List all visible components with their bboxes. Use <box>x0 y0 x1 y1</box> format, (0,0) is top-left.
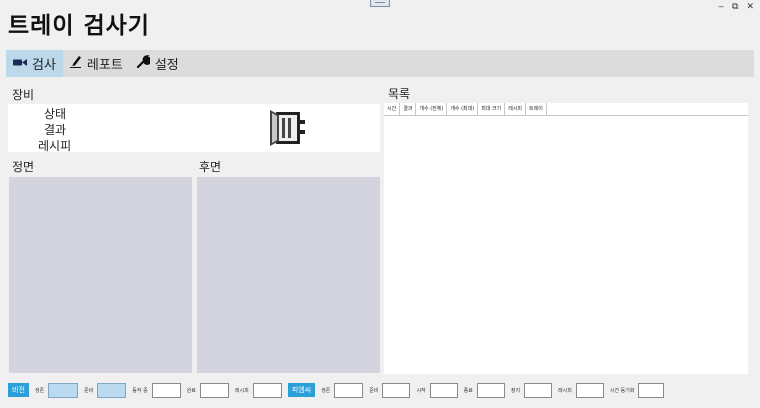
pms-start-label: 시작 <box>416 387 426 394</box>
cabinet-icon <box>266 108 310 152</box>
recipe-text: 레시피 <box>38 139 72 153</box>
close-button[interactable]: ✕ <box>746 2 754 12</box>
column-header[interactable]: 결과 <box>400 103 417 115</box>
column-header[interactable]: 시간 <box>384 103 401 115</box>
back-heading: 후면 <box>199 160 222 174</box>
pms-ready-indicator <box>382 382 411 398</box>
result-text: 결과 <box>44 123 67 137</box>
camera-icon <box>13 56 27 71</box>
window-controls: ‒ ⧉ ✕ <box>718 2 754 12</box>
vision-recipe-field <box>252 382 282 398</box>
front-heading: 정면 <box>12 160 35 174</box>
status-text: 상태 <box>44 107 67 121</box>
restore-button[interactable]: ⧉ <box>732 2 738 12</box>
pencil-icon <box>69 55 82 72</box>
vision-done-label: 완료 <box>186 387 196 394</box>
column-header[interactable]: 트레이 <box>526 103 547 115</box>
vision-badge: 비전 <box>8 383 29 397</box>
pms-stop-indicator <box>524 382 553 398</box>
column-header[interactable]: 최대 크기 <box>478 103 506 115</box>
pms-stop-label: 정지 <box>510 387 521 394</box>
pms-recipe-field <box>575 382 604 398</box>
wrench-icon <box>136 54 152 72</box>
equipment-panel: 상태 결과 레시피 <box>8 104 380 153</box>
pms-timesync-label: 시간 동기화 <box>609 387 635 394</box>
pms-alive-label: 생존 <box>321 387 331 394</box>
vision-alive-indicator <box>48 382 79 398</box>
main-toolbar: 검사 레포트 설정 <box>6 50 754 77</box>
pms-end-label: 종료 <box>463 387 473 394</box>
minimize-button[interactable]: ‒ <box>718 2 724 12</box>
list-header: 시간 결과 개수 (전체) 개수 (최대) 최대 크기 레시피 트레이 <box>384 103 748 116</box>
column-header[interactable]: 레시피 <box>505 103 527 115</box>
tab-report-label: 레포트 <box>86 58 123 73</box>
pms-timesync-field <box>638 382 665 398</box>
tab-inspection-label: 검사 <box>32 58 56 73</box>
result-list[interactable]: 시간 결과 개수 (전체) 개수 (최대) 최대 크기 레시피 트레이 <box>384 103 748 374</box>
app-title: 트레이 검사기 <box>8 13 150 39</box>
status-bar: 비전 생존 준비 동작 중 완료 레시피 피엠씨 생존 준비 시작 종료 정지 … <box>8 381 754 399</box>
tab-report[interactable]: 레포트 <box>63 50 130 77</box>
pms-end-indicator <box>476 382 505 398</box>
pms-alive-indicator <box>334 382 364 398</box>
vision-running-label: 동작 중 <box>132 387 148 394</box>
tab-inspection[interactable]: 검사 <box>6 50 63 77</box>
vision-done-indicator <box>199 382 229 398</box>
pms-start-indicator <box>429 382 458 398</box>
drag-handle[interactable] <box>370 0 390 7</box>
back-image-view <box>197 177 380 373</box>
pms-ready-label: 준비 <box>369 387 379 394</box>
vision-recipe-label: 레시피 <box>234 387 249 394</box>
vision-ready-indicator <box>97 382 127 398</box>
column-header[interactable]: 개수 (전체) <box>416 103 448 115</box>
column-header[interactable]: 개수 (최대) <box>447 103 479 115</box>
pms-badge: 피엠씨 <box>287 383 316 397</box>
front-image-view <box>9 177 192 373</box>
tab-settings[interactable]: 설정 <box>130 50 186 77</box>
tab-settings-label: 설정 <box>154 58 179 73</box>
vision-running-indicator <box>151 382 181 398</box>
vision-alive-label: 생존 <box>34 387 45 394</box>
list-heading: 목록 <box>388 87 411 101</box>
vision-ready-label: 준비 <box>84 387 94 394</box>
equipment-heading: 장비 <box>12 88 35 102</box>
pms-recipe-label: 레시피 <box>558 387 572 394</box>
